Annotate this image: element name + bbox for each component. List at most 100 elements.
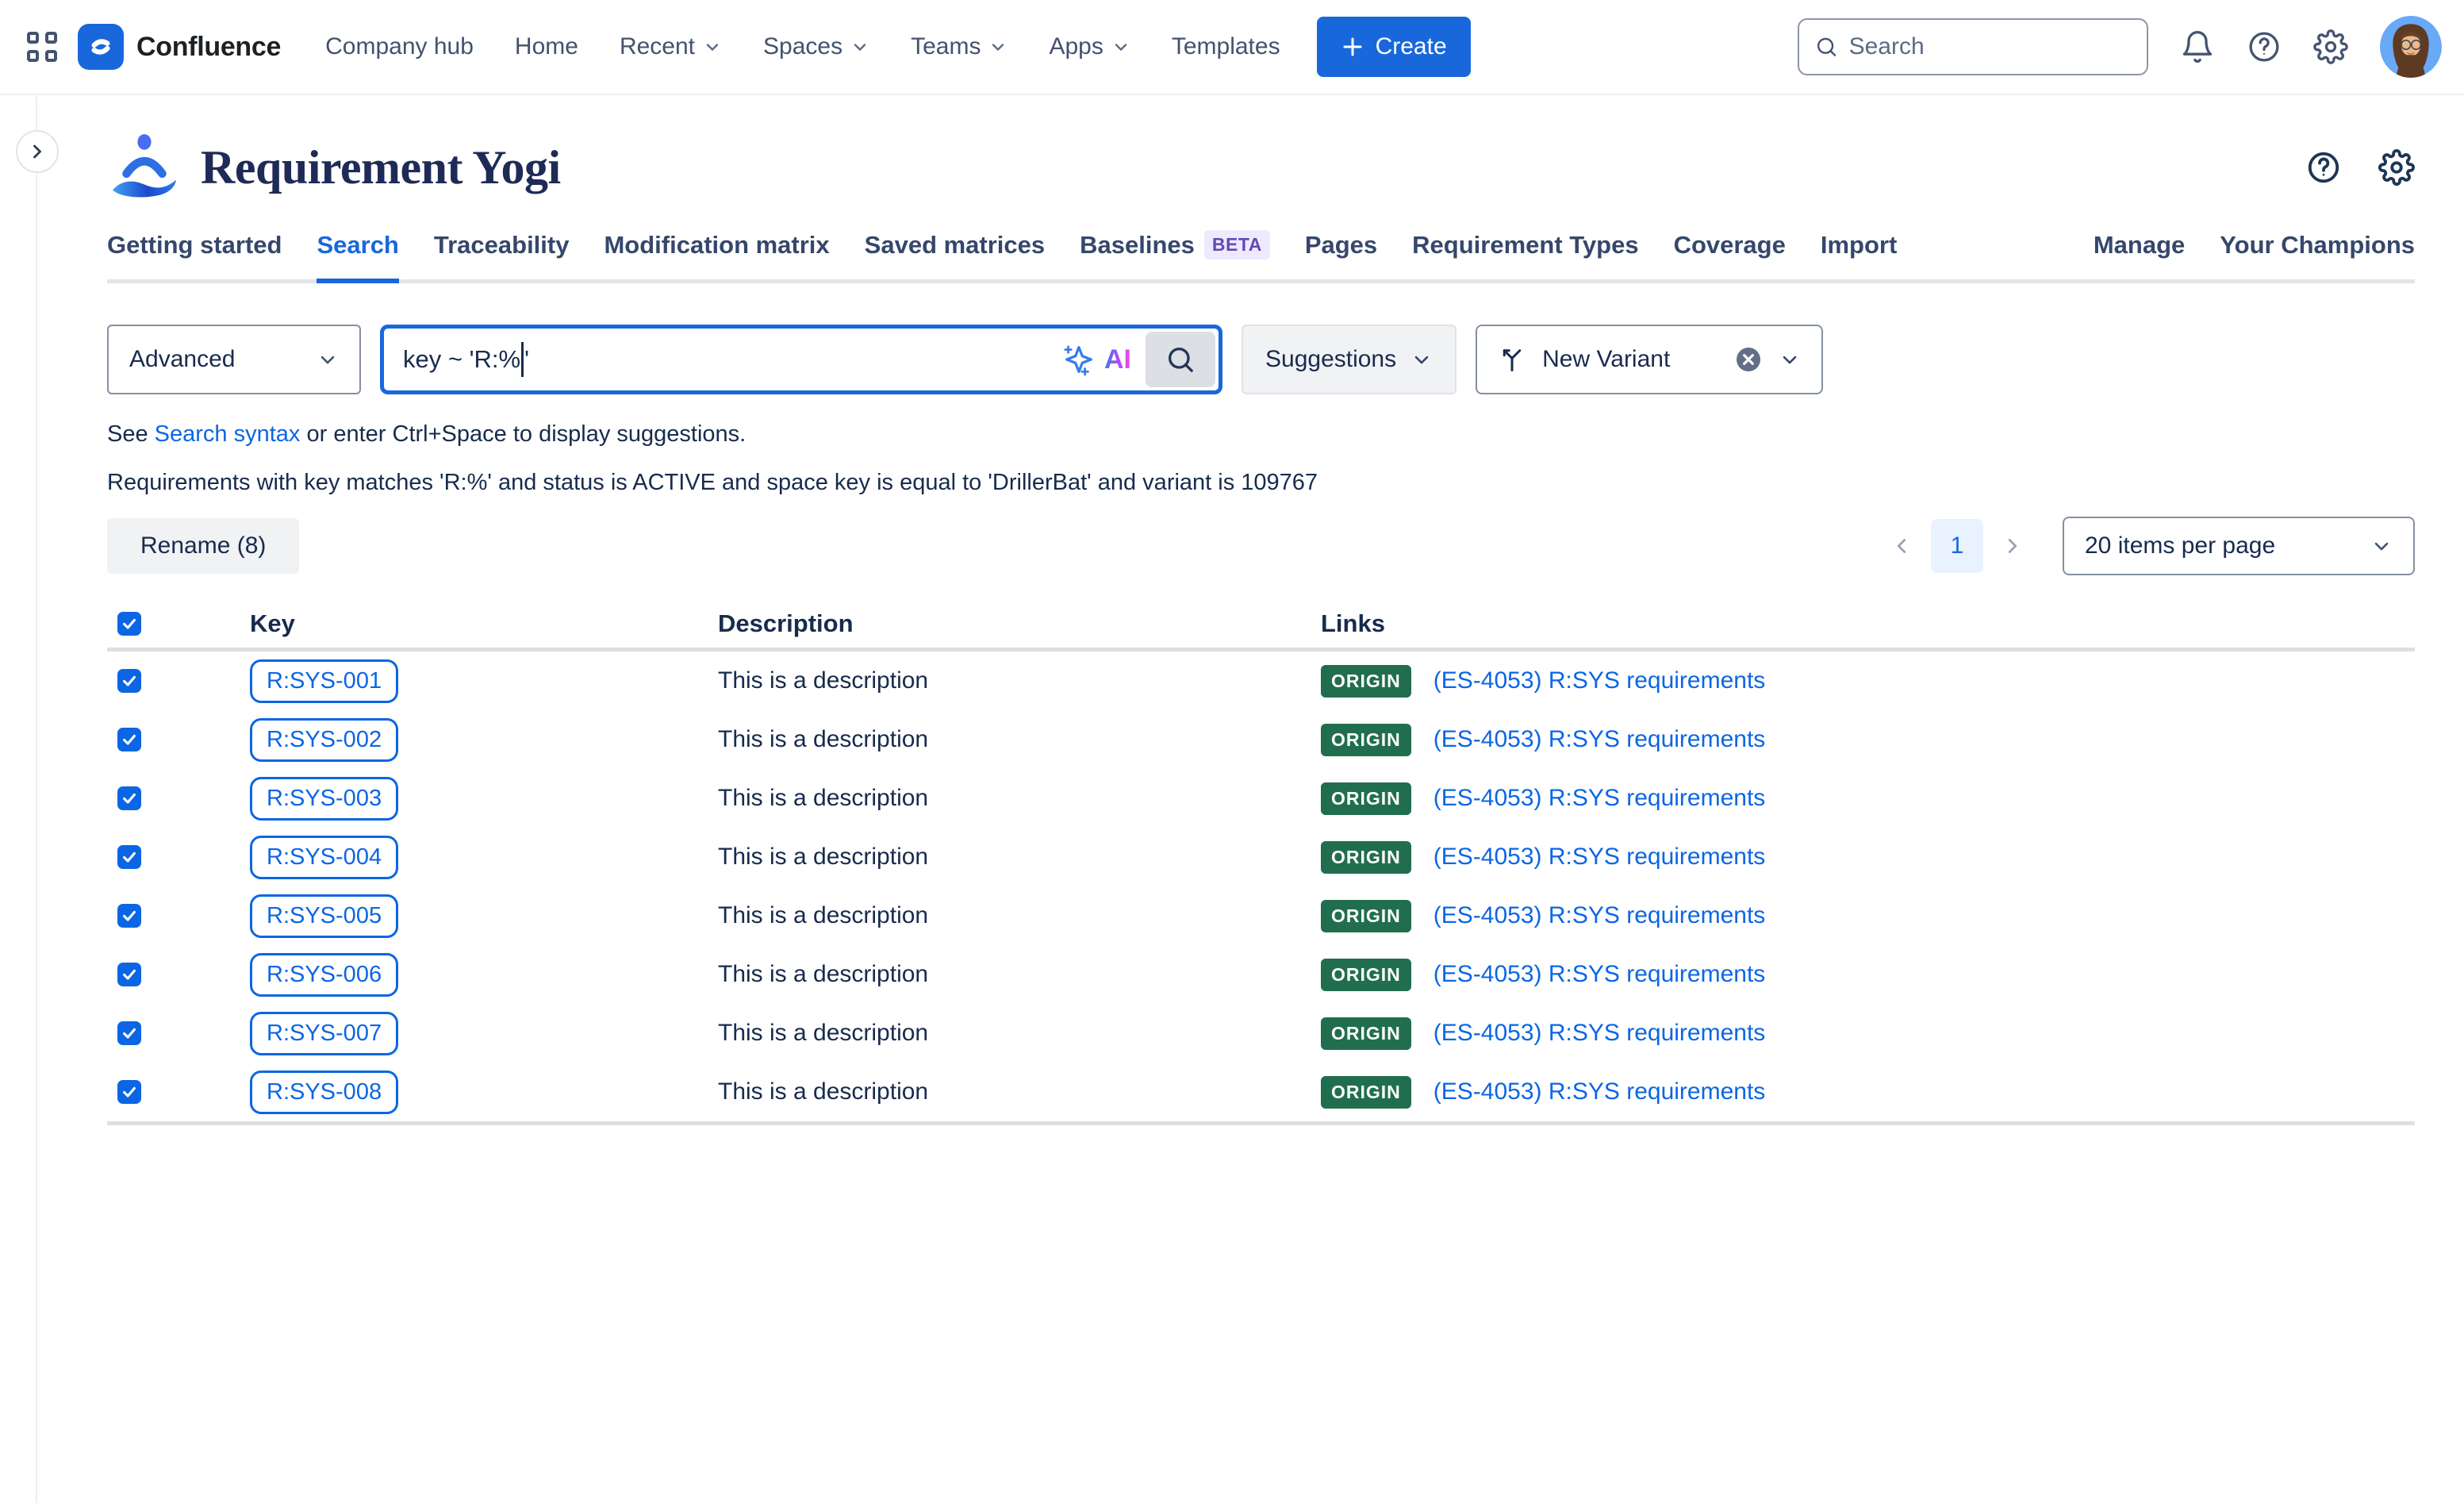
search-mode-select[interactable]: Advanced — [107, 325, 361, 394]
create-button[interactable]: Create — [1317, 17, 1471, 77]
requirement-link[interactable]: (ES-4053) R:SYS requirements — [1433, 961, 1766, 988]
pagination: 1 20 items per page — [1885, 517, 2415, 575]
tab[interactable]: Pages — [1305, 230, 1377, 283]
table-row: R:SYS-004 This is a description ORIGIN (… — [107, 828, 2415, 886]
tab[interactable]: Modification matrix — [604, 230, 829, 283]
hint-suffix: or enter Ctrl+Space to display suggestio… — [307, 421, 746, 447]
requirement-link[interactable]: (ES-4053) R:SYS requirements — [1433, 726, 1766, 753]
topnav-item[interactable]: Apps — [1049, 33, 1130, 60]
sidebar-divider — [36, 97, 37, 1503]
global-search-input[interactable] — [1849, 33, 2131, 60]
tab-label: Import — [1821, 231, 1897, 259]
requirement-link[interactable]: (ES-4053) R:SYS requirements — [1433, 1020, 1766, 1047]
items-per-page-select[interactable]: 20 items per page — [2063, 517, 2415, 575]
tab[interactable]: Getting started — [107, 230, 282, 283]
origin-badge: ORIGIN — [1321, 1017, 1411, 1050]
topnav-item-label: Company hub — [325, 33, 474, 60]
variant-branch-icon — [1498, 345, 1526, 374]
app-tabs: Getting started Search Traceability Modi… — [107, 230, 2415, 283]
current-page-button[interactable]: 1 — [1931, 519, 1983, 573]
previous-page-icon[interactable] — [1885, 534, 1918, 558]
notifications-bell-icon[interactable] — [2180, 29, 2215, 64]
chevron-down-icon[interactable] — [1779, 348, 1801, 371]
table-row: R:SYS-008 This is a description ORIGIN (… — [107, 1063, 2415, 1121]
help-icon[interactable] — [2247, 29, 2282, 64]
requirement-key-chip[interactable]: R:SYS-002 — [250, 718, 398, 762]
app-switcher-icon[interactable] — [27, 32, 57, 62]
query-description: Requirements with key matches 'R:%' and … — [107, 470, 2415, 496]
select-all-checkbox[interactable] — [117, 612, 141, 636]
app-help-icon[interactable] — [2305, 149, 2342, 186]
requirement-link[interactable]: (ES-4053) R:SYS requirements — [1433, 785, 1766, 812]
row-checkbox[interactable] — [117, 963, 141, 986]
row-checkbox[interactable] — [117, 845, 141, 869]
requirement-key-chip[interactable]: R:SYS-005 — [250, 894, 398, 938]
requirement-key-chip[interactable]: R:SYS-008 — [250, 1071, 398, 1114]
clear-variant-icon[interactable] — [1734, 345, 1763, 374]
requirement-description: This is a description — [718, 785, 1321, 812]
requirement-link[interactable]: (ES-4053) R:SYS requirements — [1433, 902, 1766, 929]
requirement-key-chip[interactable]: R:SYS-007 — [250, 1012, 398, 1055]
requirement-link[interactable]: (ES-4053) R:SYS requirements — [1433, 844, 1766, 871]
hint-prefix: See — [107, 421, 148, 447]
ai-sparkle-icon[interactable] — [1060, 341, 1096, 378]
settings-gear-icon[interactable] — [2313, 29, 2348, 64]
topnav-item[interactable]: Home — [515, 33, 578, 60]
confluence-logo-icon[interactable] — [78, 24, 124, 70]
requirement-link[interactable]: (ES-4053) R:SYS requirements — [1433, 1078, 1766, 1105]
topnav-item[interactable]: Recent — [620, 33, 722, 60]
suggestions-label: Suggestions — [1265, 346, 1396, 373]
chevron-down-icon — [703, 37, 722, 56]
search-mode-label: Advanced — [129, 346, 235, 373]
suggestions-button[interactable]: Suggestions — [1242, 325, 1457, 394]
topnav-item[interactable]: Company hub — [325, 33, 474, 60]
row-checkbox[interactable] — [117, 786, 141, 810]
query-text-after: ' — [524, 345, 529, 374]
rename-button[interactable]: Rename (8) — [107, 518, 299, 574]
topnav-item[interactable]: Templates — [1172, 33, 1280, 60]
requirements-table: Key Description Links R:SYS-001 This is … — [107, 599, 2415, 1125]
check-icon — [121, 966, 138, 983]
row-checkbox[interactable] — [117, 728, 141, 752]
app-settings-gear-icon[interactable] — [2378, 149, 2415, 186]
tab[interactable]: Baselines BETA — [1080, 230, 1270, 283]
table-row: R:SYS-006 This is a description ORIGIN (… — [107, 945, 2415, 1004]
origin-badge: ORIGIN — [1321, 1076, 1411, 1109]
run-search-button[interactable] — [1146, 332, 1215, 387]
topnav-item[interactable]: Spaces — [763, 33, 869, 60]
topnav-item-label: Apps — [1049, 33, 1103, 60]
tab[interactable]: Your Champions — [2220, 231, 2415, 283]
expand-sidebar-button[interactable] — [16, 130, 59, 173]
requirement-key-chip[interactable]: R:SYS-004 — [250, 836, 398, 879]
requirement-key-chip[interactable]: R:SYS-001 — [250, 659, 398, 703]
row-checkbox[interactable] — [117, 904, 141, 928]
requirement-description: This is a description — [718, 844, 1321, 871]
table-row: R:SYS-001 This is a description ORIGIN (… — [107, 652, 2415, 710]
topnav-item[interactable]: Teams — [911, 33, 1007, 60]
row-checkbox[interactable] — [117, 669, 141, 693]
tab-label: Your Champions — [2220, 231, 2415, 259]
next-page-icon[interactable] — [1996, 534, 2029, 558]
variant-select[interactable]: New Variant — [1476, 325, 1823, 394]
tab[interactable]: Import — [1821, 230, 1897, 283]
ai-label[interactable]: AI — [1104, 344, 1131, 375]
tab-label: Pages — [1305, 231, 1377, 259]
requirement-description: This is a description — [718, 902, 1321, 929]
search-syntax-link[interactable]: Search syntax — [155, 421, 301, 447]
tab[interactable]: Requirement Types — [1412, 230, 1638, 283]
requirement-key-chip[interactable]: R:SYS-006 — [250, 953, 398, 997]
tab[interactable]: Coverage — [1674, 230, 1786, 283]
row-checkbox[interactable] — [117, 1080, 141, 1104]
row-checkbox[interactable] — [117, 1021, 141, 1045]
requirement-link[interactable]: (ES-4053) R:SYS requirements — [1433, 667, 1766, 694]
tab[interactable]: Saved matrices — [865, 230, 1045, 283]
user-avatar[interactable] — [2380, 16, 2442, 78]
tab-label: Getting started — [107, 231, 282, 259]
origin-badge: ORIGIN — [1321, 841, 1411, 874]
advanced-query-input[interactable]: key ~ 'R:% ' AI — [380, 325, 1222, 394]
requirement-key-chip[interactable]: R:SYS-003 — [250, 777, 398, 821]
tab[interactable]: Search — [317, 230, 398, 283]
tab[interactable]: Traceability — [434, 230, 570, 283]
global-search[interactable] — [1798, 18, 2148, 75]
tab[interactable]: Manage — [2094, 231, 2185, 283]
